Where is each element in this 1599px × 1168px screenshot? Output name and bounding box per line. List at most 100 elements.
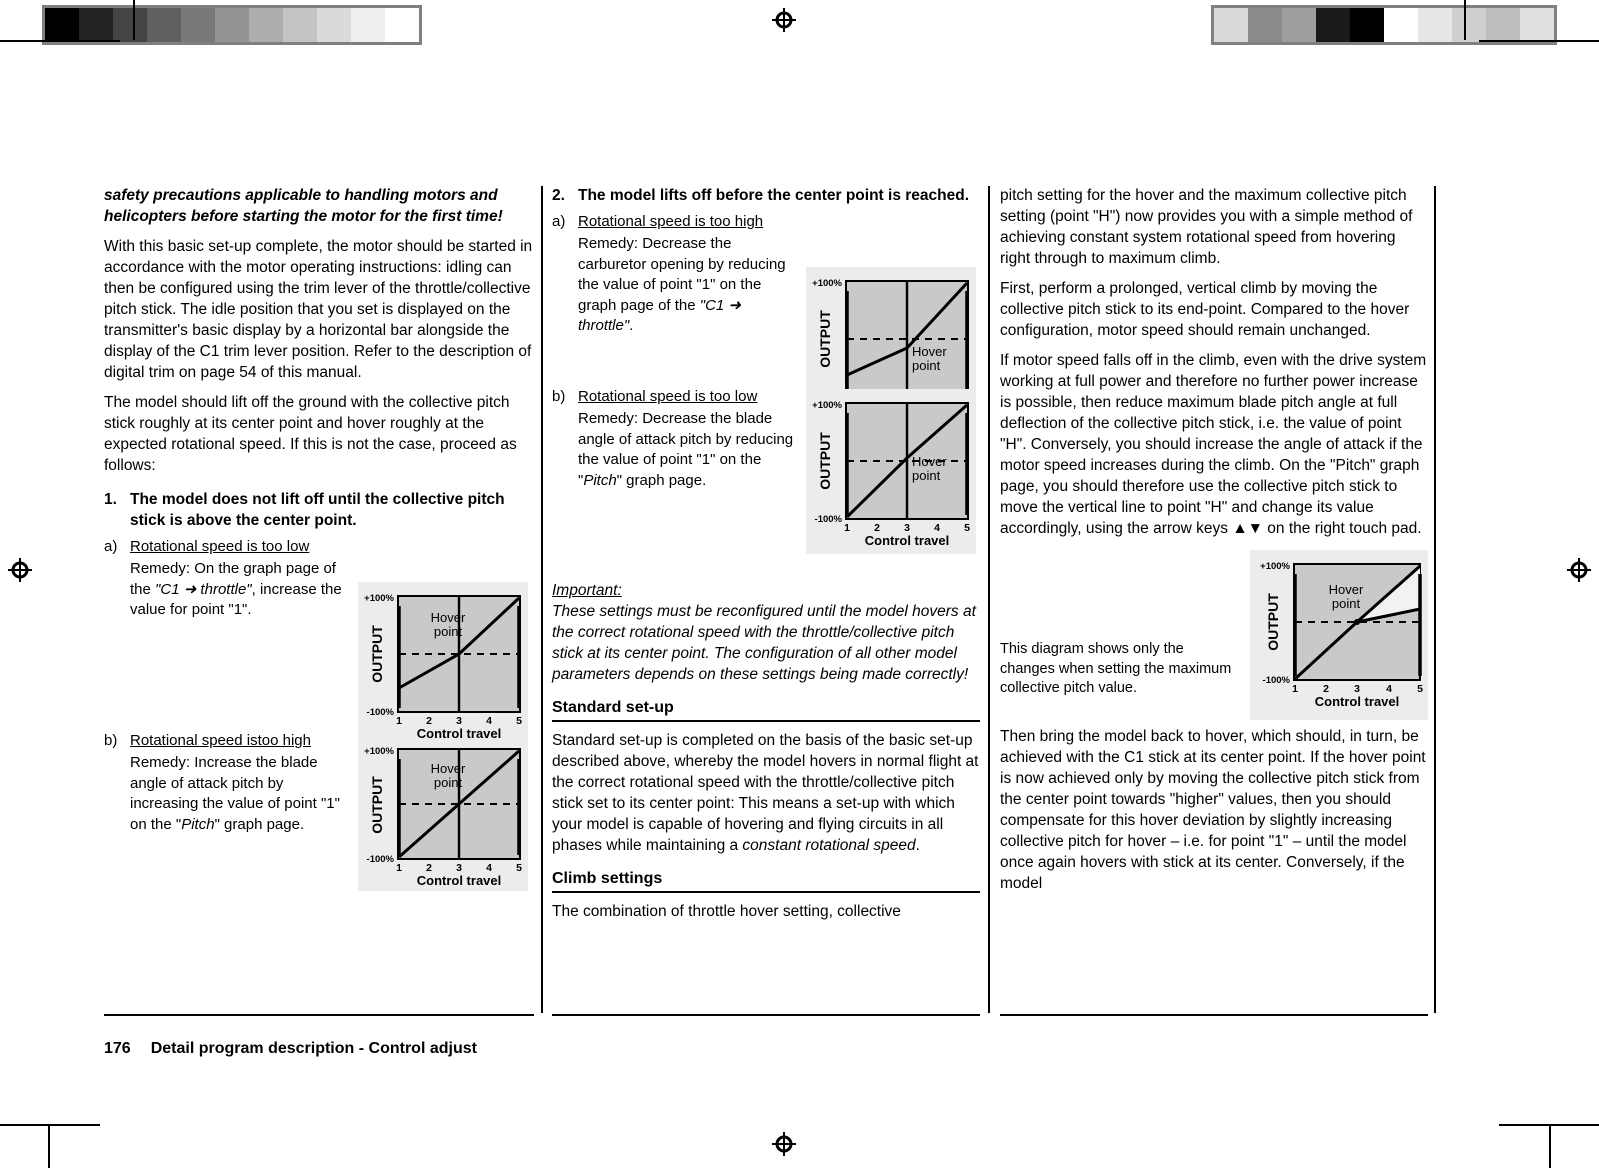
footer-rule-right — [1000, 1014, 1428, 1016]
hover-point-label-line2: point — [912, 468, 941, 483]
calibration-swatch-6 — [249, 8, 283, 42]
sub-item-1a-heading: Rotational speed is too low — [130, 538, 310, 555]
registration-target-icon — [1567, 558, 1591, 582]
paragraph-basic-setup: With this basic set-up complete, the mot… — [104, 238, 533, 381]
numbered-item-2-number: 2. — [552, 187, 565, 204]
y-tick-top: +100% — [812, 278, 842, 289]
x-axis-label: Control travel — [417, 873, 502, 888]
column-divider-1 — [541, 186, 543, 1013]
hover-point-label-line1: Hover — [431, 761, 466, 776]
sub-item-1b-remedy: Remedy: Increase the blade angle of atta… — [130, 754, 340, 833]
paragraph-vertical-climb: First, perform a prolonged, vertical cli… — [1000, 280, 1410, 339]
page-footer: 176 Detail program description - Control… — [104, 1040, 477, 1058]
hover-point-label-line2: point — [912, 358, 941, 373]
y-axis-label: OUTPUT — [369, 776, 385, 834]
x-tick-1: 1 — [396, 862, 402, 874]
calibration-swatch-2 — [1282, 8, 1316, 42]
graph-1a-svg: Hover point +100% -100% OUTPUT 1 2 3 4 5… — [364, 593, 522, 741]
calibration-swatch-10 — [385, 8, 419, 42]
column-1: safety precautions applicable to handlin… — [104, 185, 534, 901]
x-tick-5: 5 — [964, 522, 970, 534]
crop-mark-top-left-vertical — [133, 0, 135, 40]
important-label: Important: — [552, 582, 622, 599]
figure-3: Hover point +100% -100% OUTPUT 1 2 3 4 5… — [1250, 550, 1428, 720]
y-tick-bottom: -100% — [815, 514, 843, 525]
hover-point-label-line1: Hover — [912, 344, 947, 359]
paragraph-liftoff-expectation: The model should lift off the ground wit… — [104, 394, 517, 474]
calibration-swatch-1 — [79, 8, 113, 42]
calibration-swatch-9 — [351, 8, 385, 42]
column-divider-2 — [988, 186, 990, 1013]
hover-point-label-line2: point — [434, 775, 463, 790]
calibration-swatch-1 — [1248, 8, 1282, 42]
x-tick-1: 1 — [396, 715, 402, 727]
y-axis-label: OUTPUT — [369, 625, 385, 683]
climb-settings-paragraph: The combination of throttle hover settin… — [552, 903, 901, 920]
numbered-item-1: 1. The model does not lift off until the… — [104, 489, 534, 531]
y-tick-top: +100% — [364, 746, 394, 757]
crop-mark-bottom-left-vertical — [48, 1126, 50, 1168]
calibration-swatch-5 — [1384, 8, 1418, 42]
crop-mark-top-right-vertical — [1464, 0, 1466, 40]
y-tick-top: +100% — [812, 400, 842, 411]
standard-setup-heading: Standard set-up — [552, 699, 674, 716]
calibration-swatch-7 — [1452, 8, 1486, 42]
y-tick-bottom: -100% — [1263, 675, 1291, 686]
graph-3-svg: Hover point +100% -100% OUTPUT 1 2 3 4 5… — [1260, 561, 1423, 709]
climb-settings-rule — [552, 891, 980, 893]
sub-item-1b: b) Rotational speed istoo high Remedy: I… — [104, 731, 350, 835]
x-tick-1: 1 — [844, 522, 850, 534]
important-block: Important: These settings must be reconf… — [552, 580, 980, 685]
footer-rule-left — [104, 1014, 534, 1016]
sub-item-2a-heading: Rotational speed is too high — [578, 213, 764, 230]
y-tick-top: +100% — [1260, 561, 1290, 572]
sub-item-1b-row: b) Rotational speed istoo high Remedy: I… — [104, 731, 534, 901]
sub-item-2b-row: b) Rotational speed is too low Remedy: D… — [552, 387, 980, 562]
sub-item-2a-letter: a) — [552, 213, 566, 230]
hover-point-label-line2: point — [1332, 596, 1361, 611]
footer-section-title: Detail program description - Control adj… — [150, 1040, 477, 1057]
numbered-item-2-title: The model lifts off before the center po… — [578, 187, 970, 204]
calibration-swatch-9 — [1520, 8, 1554, 42]
x-axis-label: Control travel — [865, 533, 950, 548]
sub-item-1a: a) Rotational speed is too low Remedy: O… — [104, 537, 350, 621]
sub-item-1a-remedy: Remedy: On the graph page of the "C1 ➜ t… — [130, 560, 342, 619]
figure-3-row: This diagram shows only the changes when… — [1000, 548, 1428, 726]
paragraph-back-to-hover: Then bring the model back to hover, whic… — [1000, 728, 1426, 892]
sub-item-1a-letter: a) — [104, 538, 118, 555]
standard-setup-rule — [552, 720, 980, 722]
y-axis-label: OUTPUT — [817, 310, 833, 368]
crop-mark-top-right-horizontal — [1479, 40, 1599, 42]
sub-item-2a-remedy: Remedy: Decrease the carburetor opening … — [578, 235, 786, 334]
x-tick-1: 1 — [1292, 683, 1298, 695]
calibration-swatch-4 — [181, 8, 215, 42]
scanned-manual-page: safety precautions applicable to handlin… — [0, 0, 1599, 1168]
numbered-item-2: 2. The model lifts off before the center… — [552, 185, 980, 206]
numbered-item-1-number: 1. — [104, 491, 117, 508]
x-tick-5: 5 — [516, 715, 522, 727]
calibration-swatch-6 — [1418, 8, 1452, 42]
sub-item-2a-row: a) Rotational speed is too high Remedy: … — [552, 212, 980, 432]
calibration-swatch-7 — [283, 8, 317, 42]
sub-item-1b-heading: Rotational speed istoo high — [130, 732, 311, 749]
calibration-swatch-3 — [147, 8, 181, 42]
registration-target-icon — [772, 8, 796, 32]
hover-point-label-line1: Hover — [912, 454, 947, 469]
sub-item-2b: b) Rotational speed is too low Remedy: D… — [552, 387, 796, 491]
graph-2b-svg: Hover point +100% -100% OUTPUT 1 2 3 4 5… — [812, 400, 970, 548]
crop-mark-bottom-right-horizontal — [1499, 1124, 1599, 1126]
standard-setup-paragraph: Standard set-up is completed on the basi… — [552, 732, 979, 854]
figure-1b: Hover point +100% -100% OUTPUT 1 2 3 4 5… — [358, 739, 528, 891]
calibration-swatch-8 — [317, 8, 351, 42]
graph-1b-svg: Hover point +100% -100% OUTPUT 1 2 3 4 5… — [364, 746, 522, 888]
numbered-item-1-title: The model does not lift off until the co… — [130, 491, 505, 529]
calibration-swatch-8 — [1486, 8, 1520, 42]
y-tick-top: +100% — [364, 593, 394, 604]
page-right-edge-rule — [1434, 186, 1436, 1013]
hover-point-label-line1: Hover — [1329, 582, 1364, 597]
climb-settings-heading: Climb settings — [552, 870, 663, 887]
footer-rule-middle — [552, 1014, 980, 1016]
lead-warning-text: safety precautions applicable to handlin… — [104, 187, 503, 225]
column-3: pitch setting for the hover and the maxi… — [1000, 185, 1428, 903]
x-tick-5: 5 — [1417, 683, 1423, 695]
